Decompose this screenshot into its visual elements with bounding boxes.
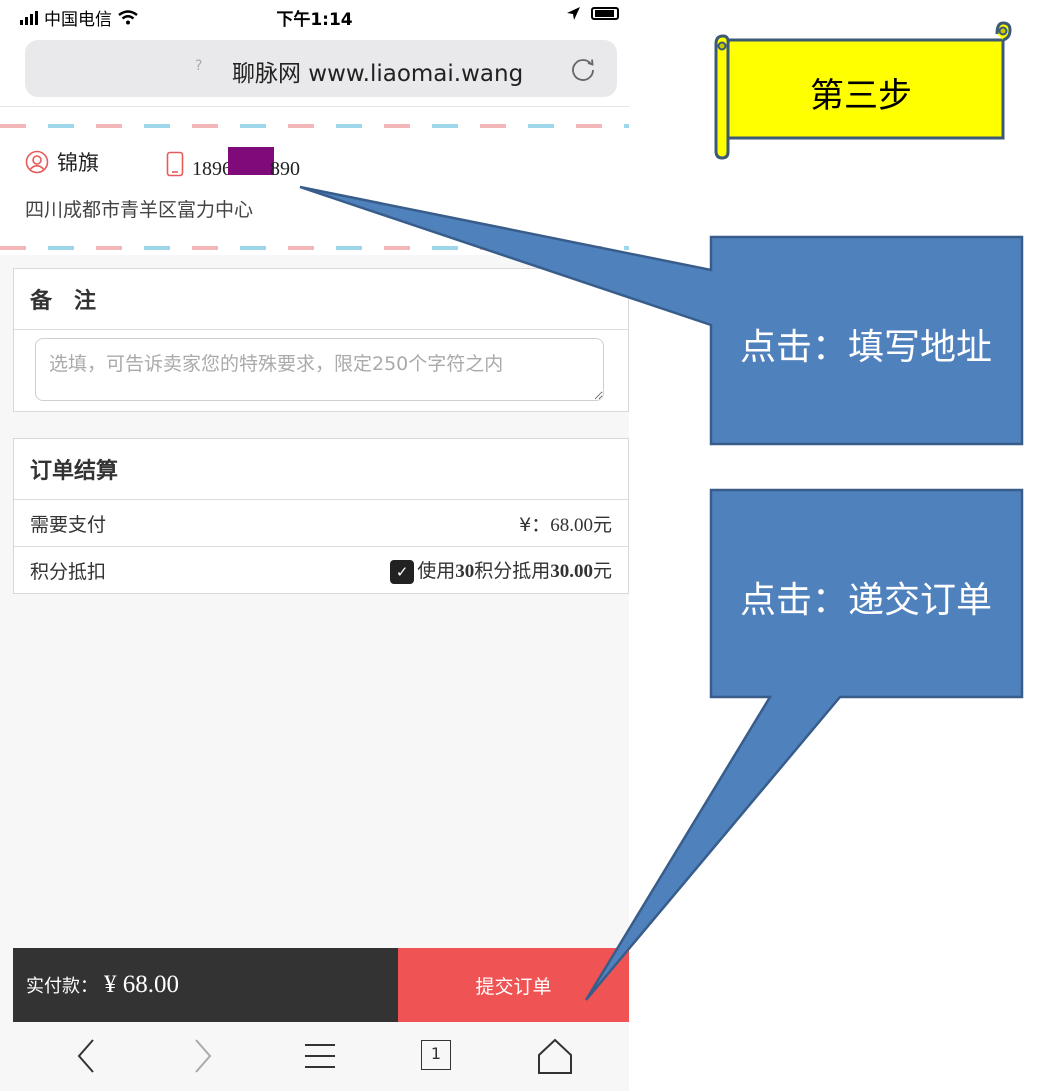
- submit-callout-shape: [584, 488, 1024, 1001]
- address-callout-text: 点击：填写地址: [740, 327, 993, 368]
- callout-shapes: [299, 185, 1024, 1001]
- address-callout-shape: [299, 185, 1024, 446]
- submit-callout-text: 点击：递交订单: [740, 580, 993, 621]
